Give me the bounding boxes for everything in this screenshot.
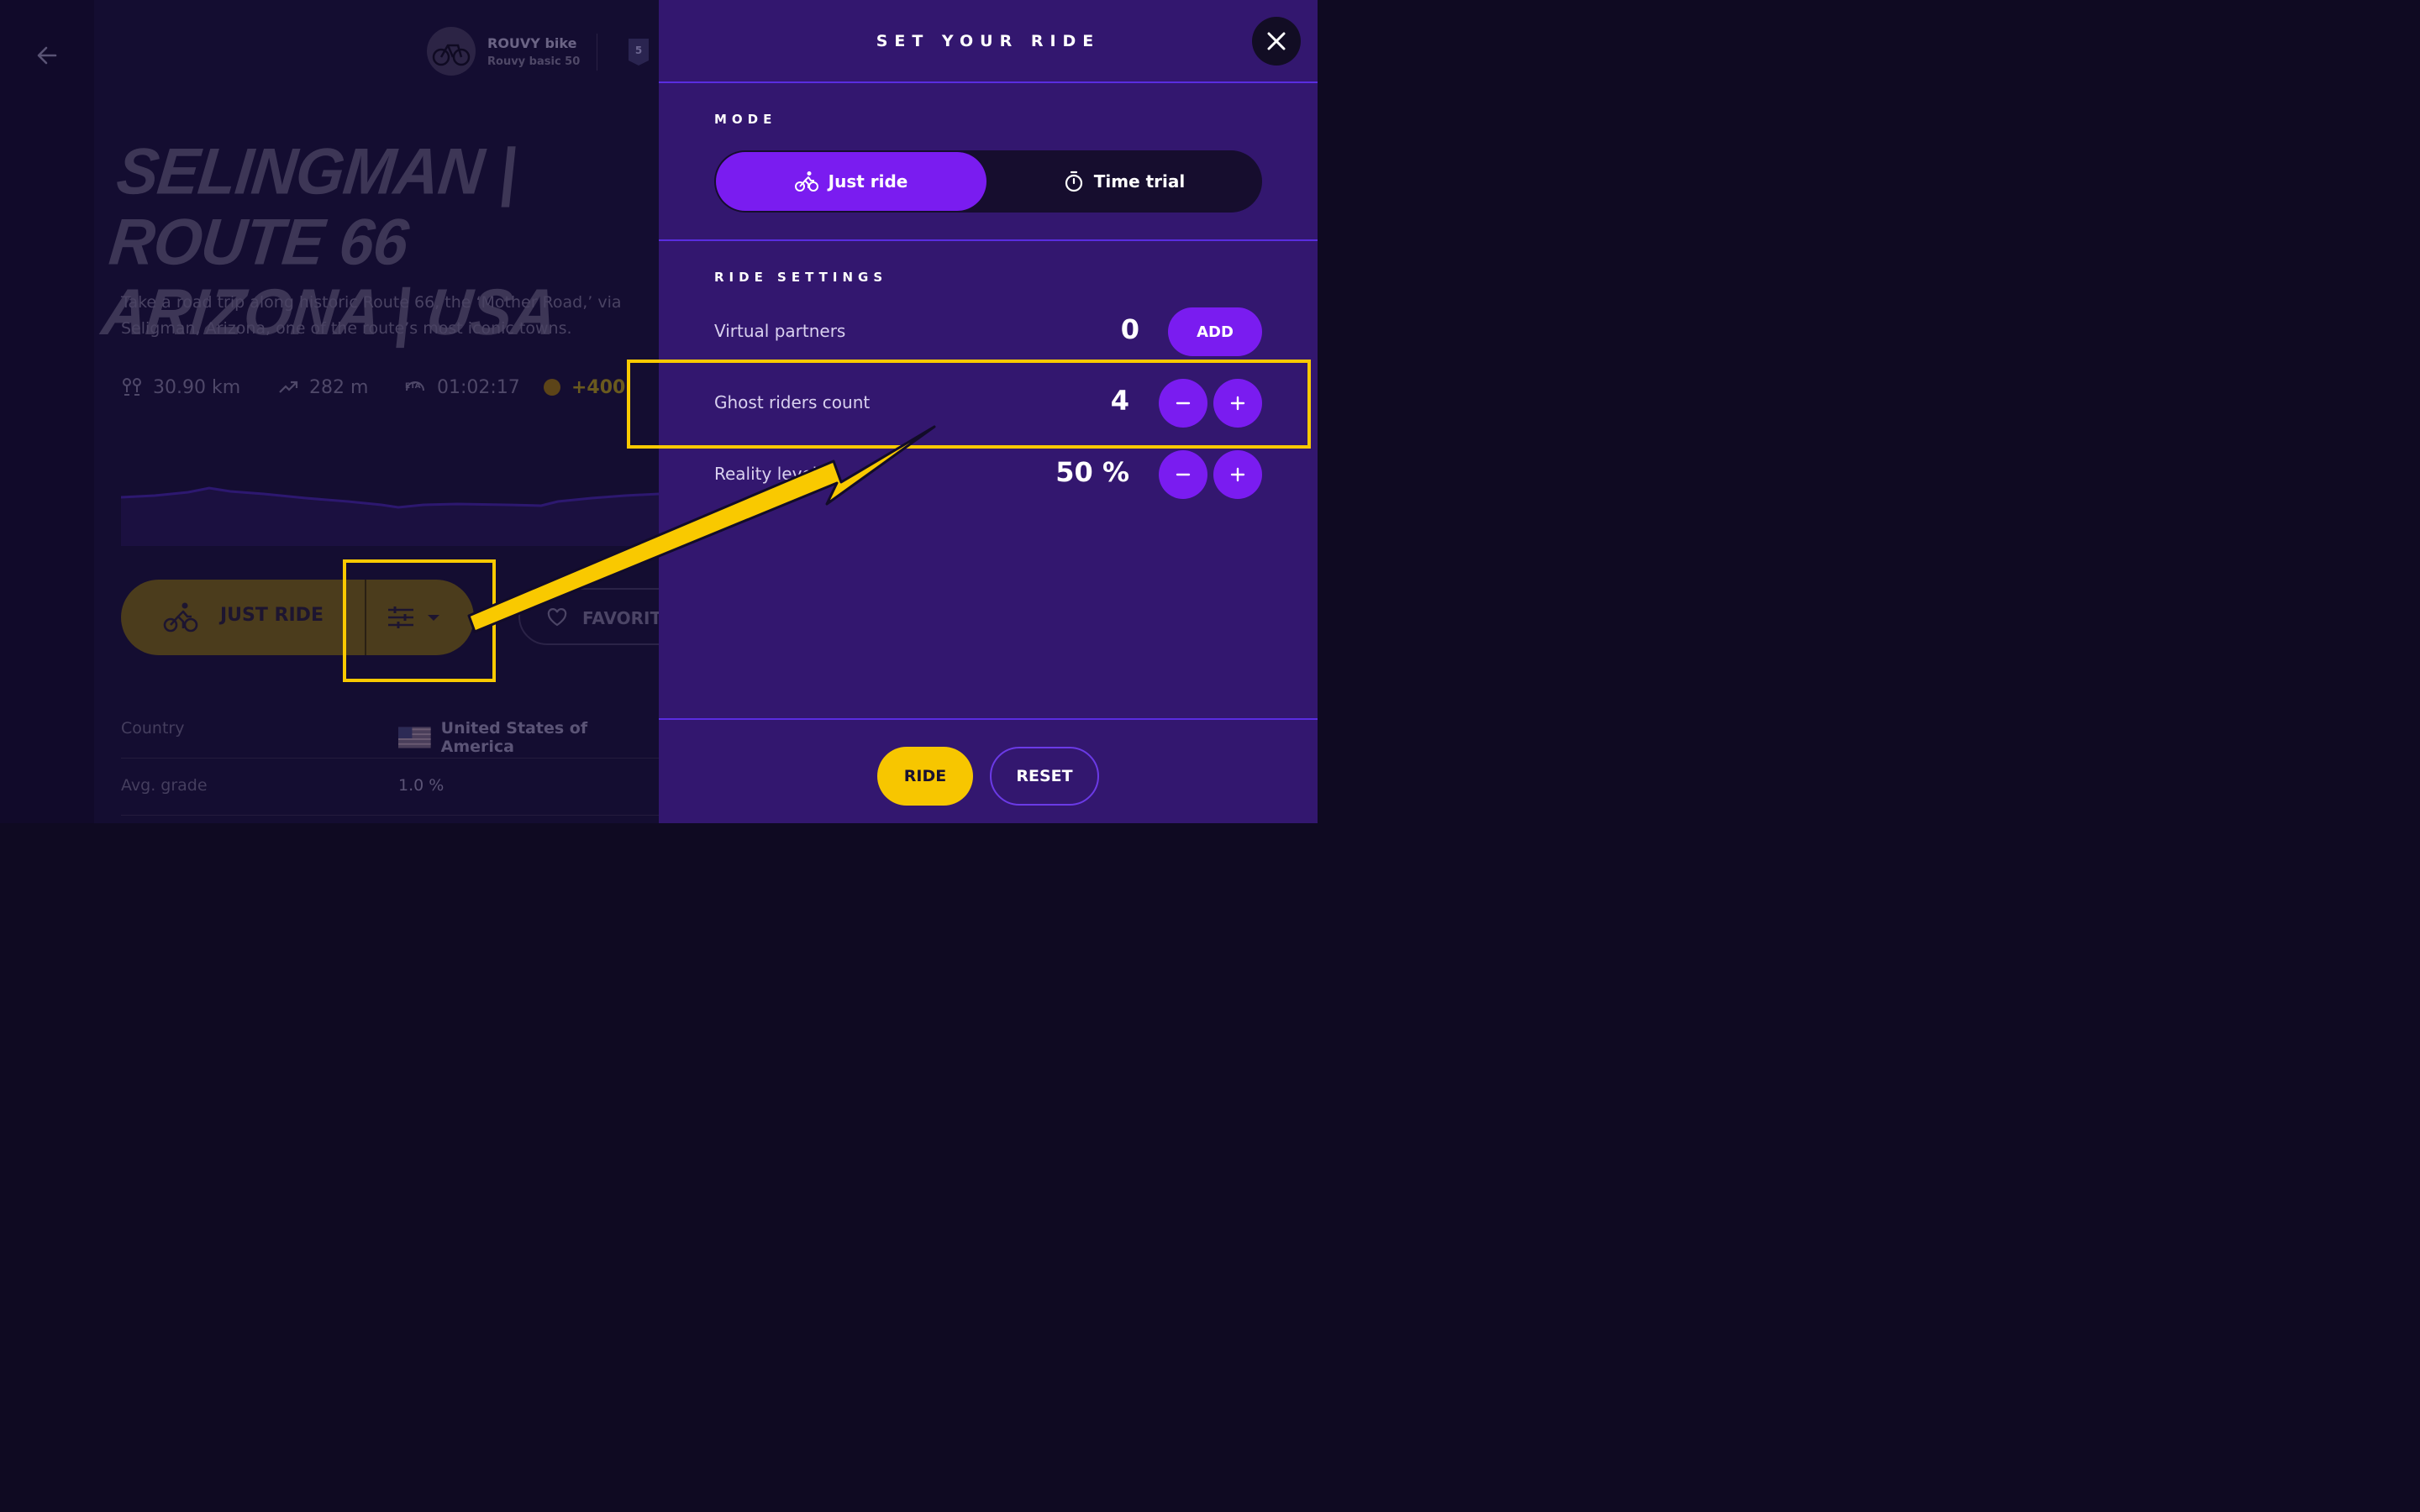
back-arrow-icon[interactable]	[34, 42, 60, 69]
cyclist-icon	[163, 602, 198, 633]
eta-label: ETA	[405, 382, 421, 391]
left-rail	[0, 0, 94, 823]
section-divider	[659, 239, 1318, 241]
eta-value: 01:02:17	[437, 376, 520, 398]
stat-distance: 30.90 km	[121, 375, 240, 400]
close-icon	[1267, 32, 1286, 50]
info-row-country: Country United States of America	[121, 701, 659, 759]
trend-up-icon	[279, 381, 298, 393]
reality-level-label: Reality level	[714, 464, 818, 484]
route-pin-icon	[123, 378, 141, 396]
mode-time-trial-option[interactable]: Time trial	[988, 152, 1260, 211]
reward-value: +400	[571, 376, 626, 398]
mode-section-label: MODE	[714, 112, 777, 127]
level-badge: 5	[628, 38, 650, 66]
just-ride-button[interactable]: JUST RIDE	[121, 580, 365, 655]
mode-toggle: Just ride Time trial	[714, 150, 1262, 213]
country-key: Country	[121, 719, 185, 738]
route-description: Take a road trip along historic Route 66…	[121, 293, 622, 338]
bike-model: Rouvy basic 50	[487, 55, 581, 68]
bike-avatar[interactable]	[427, 27, 476, 76]
panel-title: SET YOUR RIDE	[876, 32, 1101, 50]
elevation-value: 282 m	[309, 376, 369, 398]
reality-level-row: Reality level 50 %	[714, 449, 1262, 500]
footer-divider	[659, 718, 1318, 720]
add-partner-button[interactable]: ADD	[1168, 307, 1262, 356]
stat-eta: ETA 01:02:17	[403, 375, 520, 400]
reality-level-decrease-button[interactable]	[1159, 450, 1207, 499]
virtual-partners-value: 0	[1120, 313, 1139, 345]
coin-icon	[544, 379, 560, 396]
reset-button[interactable]: RESET	[990, 747, 1099, 806]
avg-grade-key: Avg. grade	[121, 776, 208, 795]
route-detail-page: ROUVY bike Rouvy basic 50 5 SELINGMAN | …	[0, 0, 659, 823]
mode-just-ride-label: Just ride	[828, 171, 908, 192]
favorite-button[interactable]: FAVORITE	[518, 588, 659, 645]
mode-time-trial-label: Time trial	[1093, 171, 1186, 192]
heart-icon	[547, 608, 567, 627]
stat-reward: +400	[543, 375, 625, 400]
favorite-label: FAVORITE	[582, 608, 659, 628]
level-number: 5	[634, 45, 643, 56]
avg-grade-value: 1.0 %	[398, 776, 445, 795]
ride-settings-section-label: RIDE SETTINGS	[714, 270, 888, 285]
ride-button[interactable]: RIDE	[877, 747, 973, 806]
stopwatch-icon	[1065, 171, 1082, 192]
close-button[interactable]	[1252, 17, 1301, 66]
virtual-partners-row: Virtual partners 0 ADD	[714, 307, 1262, 357]
bike-icon	[432, 44, 471, 66]
mode-just-ride-option[interactable]: Just ride	[716, 152, 986, 211]
virtual-partners-label: Virtual partners	[714, 321, 846, 341]
country-name: United States of America	[440, 719, 588, 756]
distance-value: 30.90 km	[153, 376, 241, 398]
info-row-avg-grade: Avg. grade 1.0 %	[121, 758, 659, 816]
us-flag-icon	[398, 727, 431, 748]
minus-icon	[1176, 473, 1191, 476]
reality-level-increase-button[interactable]	[1213, 450, 1262, 499]
country-value: United States of America	[398, 719, 659, 756]
highlight-box-settings-dropdown	[343, 559, 496, 682]
highlight-box-ghost-riders	[627, 360, 1311, 449]
bike-name: ROUVY bike	[487, 35, 577, 51]
just-ride-label: JUST RIDE	[220, 605, 324, 626]
route-title-line-1: SELINGMAN | ROUTE 66	[106, 134, 520, 279]
stat-elevation: 282 m	[277, 375, 368, 400]
reality-level-value: 50 %	[1055, 456, 1129, 488]
plus-icon	[1230, 467, 1245, 482]
cyclist-icon	[794, 171, 818, 192]
elevation-profile	[121, 486, 659, 546]
header-divider	[659, 81, 1318, 83]
